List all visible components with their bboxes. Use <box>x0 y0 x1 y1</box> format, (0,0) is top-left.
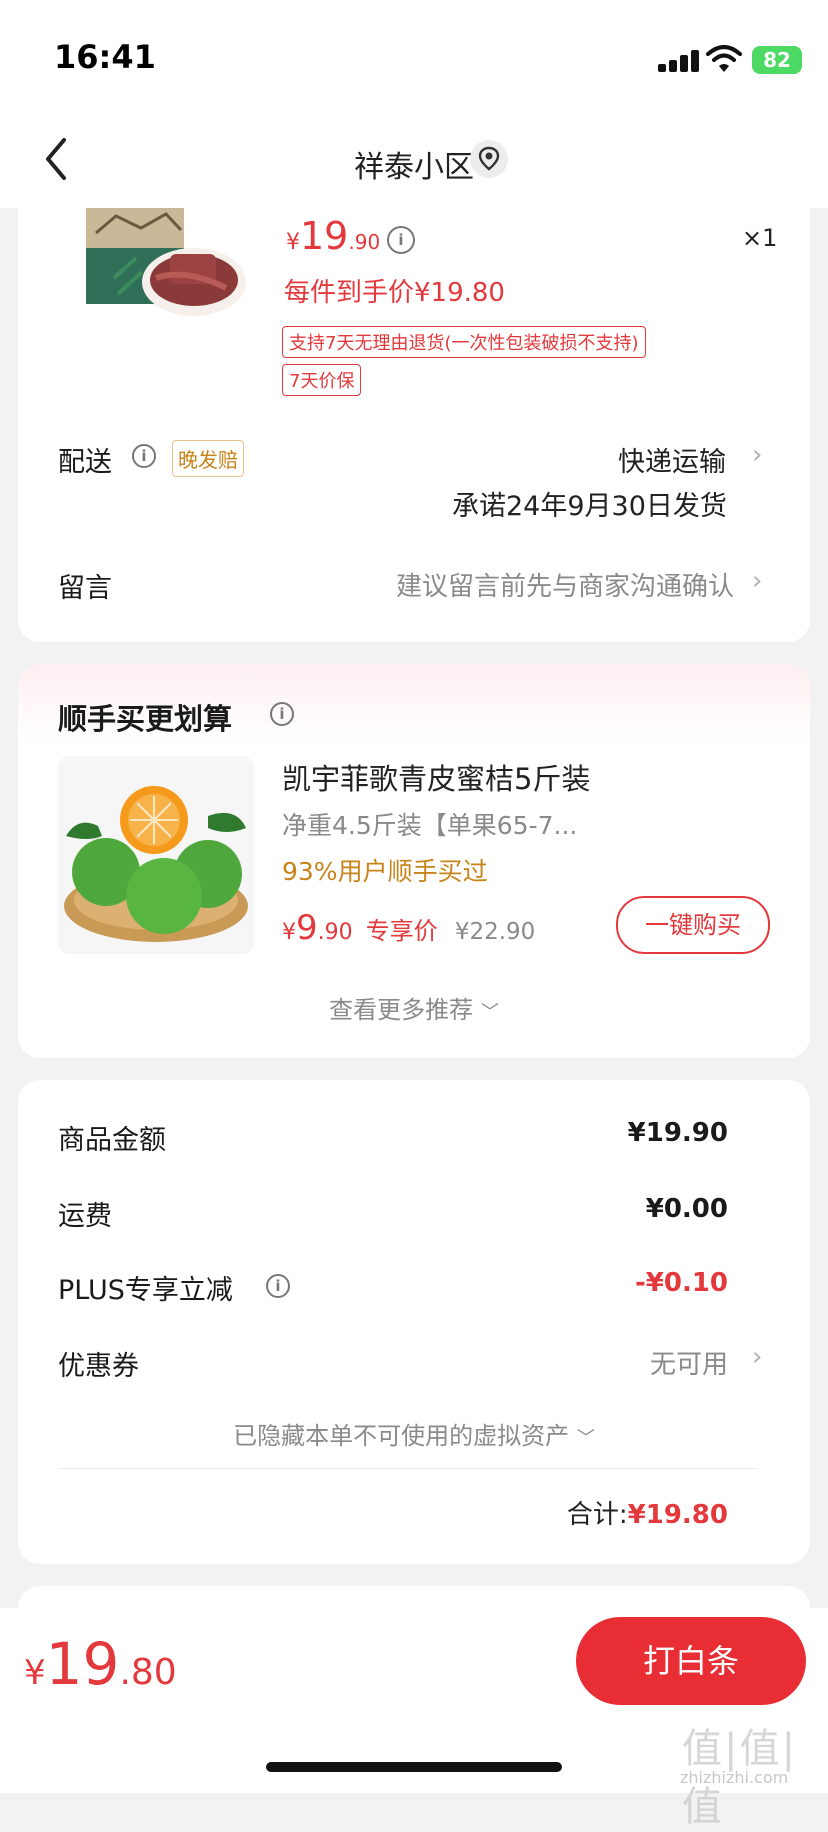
chevron-down-icon: ﹀ <box>576 1428 595 1449</box>
summary-row-label: 运费 <box>58 1201 112 1232</box>
see-more-label: 查看更多推荐 <box>329 996 474 1024</box>
recommend-price-integer: 9 <box>296 908 318 948</box>
summary-row-value: ¥19.90 <box>627 1118 728 1148</box>
status-time: 16:41 <box>54 38 156 76</box>
plus-discount-info-icon[interactable]: i <box>266 1274 290 1298</box>
message-chevron-icon: › <box>752 566 763 596</box>
nav-title-wrap: 祥泰小区 <box>0 142 828 186</box>
recommend-item-price: ¥9.90 专享价 ¥22.90 <box>282 908 535 948</box>
battery-indicator: 82 <box>752 46 802 74</box>
coupon-value[interactable]: 无可用 <box>520 1344 728 1381</box>
recommend-price-symbol: ¥ <box>282 920 296 945</box>
price-symbol: ¥ <box>286 230 300 255</box>
coupon-chevron-icon: › <box>752 1342 763 1372</box>
delivery-method[interactable]: 快递运输 <box>618 440 726 479</box>
checkout-price-decimal: .80 <box>119 1652 177 1693</box>
late-compensation-badge: 晚发赔 <box>172 440 244 477</box>
product-quantity: ×1 <box>742 224 778 252</box>
recommend-item-image[interactable] <box>58 756 254 954</box>
watermark-url: zhizhizhi.com <box>680 1768 789 1787</box>
recommend-item-spec: 净重4.5斤装【单果65-7... <box>282 811 578 840</box>
wifi-icon <box>706 44 742 74</box>
shipping-promise: 承诺24年9月30日发货 <box>452 491 727 522</box>
recommend-original-price: ¥22.90 <box>454 919 536 945</box>
quick-buy-button[interactable]: 一键购买 <box>616 896 770 954</box>
summary-divider <box>58 1468 758 1469</box>
summary-row-value: -¥0.10 <box>634 1268 728 1298</box>
price-integer: 19 <box>300 214 349 258</box>
product-image[interactable] <box>86 208 246 324</box>
recommend-info-icon[interactable]: i <box>270 702 294 726</box>
delivery-chevron-icon: › <box>752 440 763 470</box>
recommend-title: 顺手买更划算 <box>58 702 233 736</box>
hidden-assets-toggle[interactable]: 已隐藏本单不可使用的虚拟资产 ﹀ <box>0 1416 828 1451</box>
summary-row-value: ¥0.00 <box>645 1194 728 1224</box>
checkout-price-integer: 19 <box>45 1630 120 1698</box>
delivery-info-icon[interactable]: i <box>132 444 156 468</box>
recommend-price-decimal: .90 <box>317 920 353 945</box>
see-more-recommend[interactable]: 查看更多推荐 ﹀ <box>0 990 828 1025</box>
return-policy-tag: 支持7天无理由退货(一次性包装破损不支持) <box>282 326 646 358</box>
checkout-price-symbol: ¥ <box>24 1653 46 1693</box>
summary-row-label: 商品金额 <box>58 1125 166 1156</box>
order-total: 合计:¥19.80 <box>420 1494 728 1531</box>
message-input[interactable]: 建议留言前先与商家沟通确认 <box>354 566 734 603</box>
delivery-label: 配送 <box>58 447 112 478</box>
page-title: 祥泰小区 <box>354 150 474 185</box>
total-label: 合计: <box>566 1500 628 1530</box>
summary-row-label: 优惠券 <box>58 1351 139 1382</box>
price-info-icon[interactable]: i <box>387 226 415 254</box>
recommend-price-label: 专享价 <box>365 917 438 945</box>
home-indicator <box>266 1762 562 1772</box>
total-value: ¥19.80 <box>627 1500 728 1530</box>
pay-with-baitiao-button[interactable]: 打白条 <box>576 1617 806 1705</box>
hidden-assets-label: 已隐藏本单不可使用的虚拟资产 <box>233 1422 570 1450</box>
product-price: ¥19.90 <box>286 214 380 258</box>
price-decimal: .90 <box>348 230 381 254</box>
recommend-social-proof: 93%用户顺手买过 <box>282 857 488 886</box>
summary-row-label: PLUS专享立减 <box>58 1275 233 1306</box>
cellular-signal-icon <box>658 50 700 72</box>
chevron-down-icon: ﹀ <box>480 1002 499 1023</box>
checkout-price: ¥19.80 <box>24 1630 177 1698</box>
final-unit-price: 每件到手价¥19.80 <box>284 278 505 308</box>
location-pin-icon <box>478 146 500 171</box>
price-protect-tag: 7天价保 <box>282 364 362 396</box>
message-label: 留言 <box>58 573 112 604</box>
location-button[interactable] <box>470 140 508 178</box>
recommend-item-name[interactable]: 凯宇菲歌青皮蜜桔5斤装 <box>282 756 590 798</box>
